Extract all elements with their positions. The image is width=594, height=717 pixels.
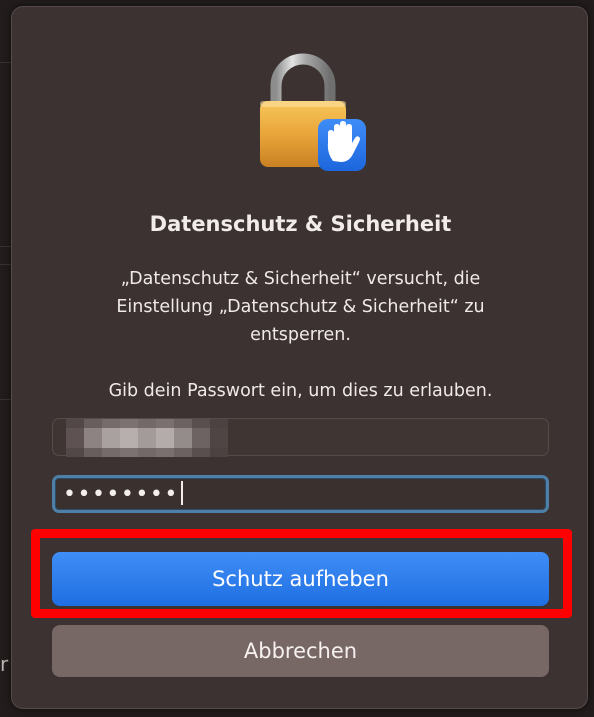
dialog-title: Datenschutz & Sicherheit: [149, 212, 452, 236]
authentication-dialog: Datenschutz & Sicherheit „Datenschutz & …: [11, 6, 588, 709]
cancel-button[interactable]: Abbrechen: [52, 625, 549, 677]
dialog-message: „Datenschutz & Sicherheit“ versucht, die…: [116, 269, 485, 345]
password-dots: ••••••••: [63, 481, 183, 509]
redacted-username: [66, 419, 228, 457]
password-field[interactable]: ••••••••: [52, 475, 549, 513]
password-hint: Gib dein Passwort ein, um dies zu erlaub…: [108, 381, 493, 401]
username-field[interactable]: [52, 418, 549, 457]
padlock-icon: [256, 51, 366, 176]
raised-hand-icon: [318, 119, 366, 171]
unlock-button[interactable]: Schutz aufheben: [52, 552, 549, 606]
text-caret: [180, 481, 183, 505]
background-text-fragment: r: [0, 652, 9, 676]
